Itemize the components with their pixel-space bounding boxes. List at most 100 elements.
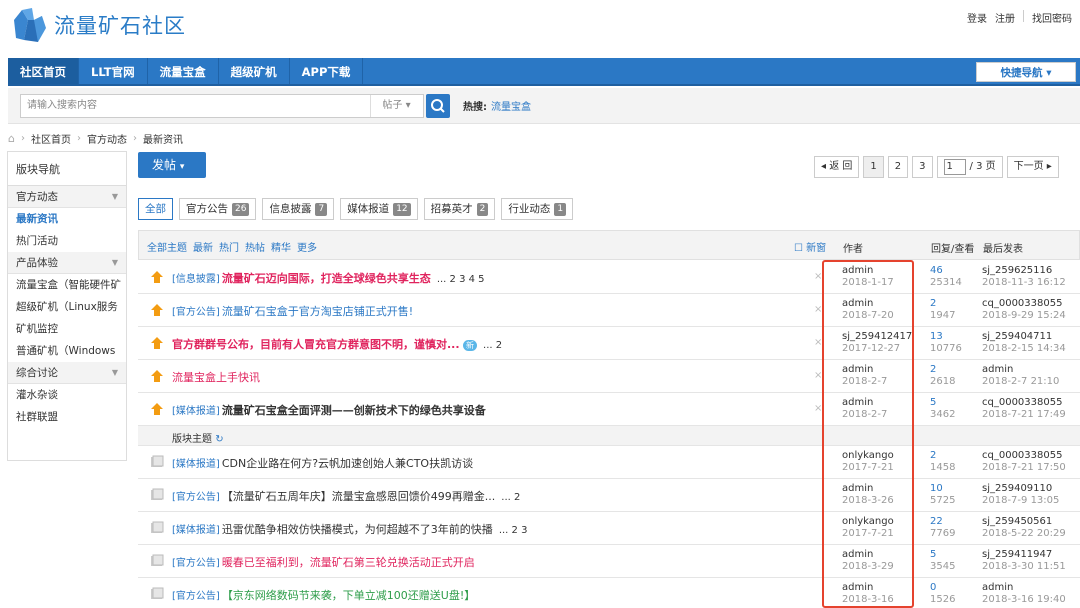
thread-title[interactable]: [媒体报道] CDN企业路在何方?云帆加速创始人兼CTO扶凯访谈: [172, 455, 473, 471]
filter-disclosure[interactable]: 信息披露 7: [262, 198, 335, 220]
thread-title[interactable]: 流量宝盒上手快讯: [172, 369, 260, 385]
last-post-date[interactable]: 2018-3-30 11:51: [982, 561, 1066, 573]
sort-hot-posts[interactable]: 热帖: [245, 239, 265, 254]
last-post-date[interactable]: 2018-7-21 17:50: [982, 462, 1066, 474]
thread-title[interactable]: [媒体报道] 流量矿石宝盒全面评测——创新技术下的绿色共享设备: [172, 402, 486, 418]
last-post-date[interactable]: 2018-2-7 21:10: [982, 376, 1059, 388]
filter-industry[interactable]: 行业动态 1: [501, 198, 574, 220]
last-post-user[interactable]: cq_0000338055: [982, 298, 1066, 310]
author-name[interactable]: admin: [842, 364, 887, 376]
thread-title-text[interactable]: 【流量矿石五周年庆】流量宝盒感恩回馈价499再赠金...: [222, 490, 495, 503]
author-name[interactable]: admin: [842, 298, 894, 310]
sidebar-item-events[interactable]: 热门活动: [8, 230, 126, 252]
filter-recruit[interactable]: 招募英才 2: [423, 198, 496, 220]
author-name[interactable]: onlykango: [842, 516, 894, 528]
thread-title[interactable]: [官方公告] 【京东网络数码节来袭，下单立减100还赠送U盘!】: [172, 587, 475, 603]
close-icon[interactable]: ×: [814, 304, 822, 315]
reply-count[interactable]: 10: [930, 483, 955, 495]
breadcrumb-home[interactable]: 社区首页: [31, 131, 71, 146]
author-name[interactable]: admin: [842, 265, 894, 277]
author-name[interactable]: admin: [842, 397, 887, 409]
sidebar-item-community[interactable]: 社群联盟: [8, 406, 126, 428]
table-row[interactable]: [媒体报道] 迅雷优酷争相效仿快播模式，为何超越不了3年前的快播 ... 2 3 on…: [138, 512, 1080, 545]
table-row[interactable]: [官方公告] 【京东网络数码节来袭，下单立减100还赠送U盘!】 admin 2018…: [138, 578, 1080, 608]
thread-pages[interactable]: ... 2: [483, 340, 502, 351]
last-post-date[interactable]: 2018-5-22 20:29: [982, 528, 1066, 540]
site-logo[interactable]: 流量矿石社区: [8, 6, 186, 44]
thread-title-text[interactable]: 迅雷优酷争相效仿快播模式，为何超越不了3年前的快播: [222, 523, 493, 536]
author-name[interactable]: admin: [842, 582, 894, 594]
close-icon[interactable]: ×: [814, 370, 822, 381]
new-window-toggle[interactable]: ☐ 新窗: [794, 239, 826, 254]
last-post-user[interactable]: cq_0000338055: [982, 397, 1066, 409]
table-row[interactable]: [媒体报道] 流量矿石宝盒全面评测——创新技术下的绿色共享设备 × admin 2018…: [138, 393, 1080, 426]
reply-count[interactable]: 2: [930, 298, 955, 310]
page-input[interactable]: 1: [943, 159, 966, 175]
sort-digest[interactable]: 精华: [271, 239, 291, 254]
quick-nav-button[interactable]: 快捷导航 ▾: [976, 62, 1076, 82]
page-3[interactable]: 3: [912, 156, 933, 178]
last-post-user[interactable]: admin: [982, 582, 1066, 594]
last-post-user[interactable]: sj_259450561: [982, 516, 1066, 528]
nav-item-llt[interactable]: LLT官网: [79, 58, 148, 84]
thread-title[interactable]: [官方公告] 暖春已至福利到，流量矿石第三轮兑换活动正式开启: [172, 554, 475, 570]
nav-item-box[interactable]: 流量宝盒: [148, 58, 219, 84]
thread-title-text[interactable]: 流量矿石宝盒于官方淘宝店铺正式开售!: [222, 305, 413, 318]
thread-title-text[interactable]: 流量矿石宝盒全面评测——创新技术下的绿色共享设备: [222, 404, 486, 417]
sidebar-group-discussion[interactable]: 综合讨论 ▼: [8, 362, 126, 384]
breadcrumb-official[interactable]: 官方动态: [87, 131, 127, 146]
filter-all[interactable]: 全部: [138, 198, 173, 220]
nav-item-app[interactable]: APP下载: [290, 58, 364, 84]
reply-count[interactable]: 5: [930, 397, 955, 409]
nav-item-home[interactable]: 社区首页: [8, 58, 79, 84]
thread-title[interactable]: [官方公告] 流量矿石宝盒于官方淘宝店铺正式开售!: [172, 303, 413, 319]
thread-title[interactable]: [媒体报道] 迅雷优酷争相效仿快播模式，为何超越不了3年前的快播 ... 2 3: [172, 521, 527, 537]
table-row[interactable]: [官方公告] 流量矿石宝盒于官方淘宝店铺正式开售! × admin 2018-7-20 2…: [138, 294, 1080, 327]
author-name[interactable]: onlykango: [842, 450, 894, 462]
last-post-date[interactable]: 2018-3-16 19:40: [982, 594, 1066, 606]
table-row[interactable]: 官方群群号公布，目前有人冒充官方群意图不明，谨慎对... 新 ... 2 × sj_2…: [138, 327, 1080, 360]
last-post-date[interactable]: 2018-2-15 14:34: [982, 343, 1066, 355]
forgot-password-link[interactable]: 找回密码: [1032, 10, 1072, 25]
last-post-user[interactable]: sj_259404711: [982, 331, 1066, 343]
sidebar-item-monitor[interactable]: 矿机监控: [8, 318, 126, 340]
refresh-icon[interactable]: ↻: [215, 434, 223, 445]
register-link[interactable]: 注册: [995, 10, 1015, 25]
author-name[interactable]: admin: [842, 549, 894, 561]
search-input[interactable]: 请输入搜索内容: [20, 94, 424, 118]
close-icon[interactable]: ×: [814, 271, 822, 282]
thread-category[interactable]: [官方公告]: [172, 307, 220, 318]
last-post-user[interactable]: admin: [982, 364, 1059, 376]
reply-count[interactable]: 5: [930, 549, 955, 561]
page-2[interactable]: 2: [887, 156, 909, 178]
table-row[interactable]: [媒体报道] CDN企业路在何方?云帆加速创始人兼CTO扶凯访谈 onlykango…: [138, 446, 1080, 479]
new-post-button[interactable]: 发帖 ▾: [138, 152, 206, 178]
reply-count[interactable]: 0: [930, 582, 955, 594]
next-page-button[interactable]: 下一页 ▸: [1006, 156, 1059, 178]
thread-category[interactable]: [官方公告]: [172, 492, 220, 503]
reply-count[interactable]: 13: [930, 331, 962, 343]
back-button[interactable]: ◂ 返 回: [814, 156, 860, 178]
thread-category[interactable]: [官方公告]: [172, 591, 220, 602]
thread-title[interactable]: [官方公告] 【流量矿石五周年庆】流量宝盒感恩回馈价499再赠金... ... 2: [172, 488, 520, 504]
sort-hot[interactable]: 热门: [219, 239, 239, 254]
search-type-select[interactable]: 帖子 ▾: [370, 95, 422, 117]
sidebar-item-chat[interactable]: 灌水杂谈: [8, 384, 126, 406]
table-row[interactable]: [官方公告] 暖春已至福利到，流量矿石第三轮兑换活动正式开启 admin 2018-3…: [138, 545, 1080, 578]
thread-pages[interactable]: ... 2: [501, 492, 520, 503]
sidebar-item-windows[interactable]: 普通矿机（Windows: [8, 340, 126, 362]
page-1[interactable]: 1: [863, 156, 884, 178]
last-post-user[interactable]: cq_0000338055: [982, 450, 1066, 462]
reply-count[interactable]: 2: [930, 364, 955, 376]
thread-category[interactable]: [信息披露]: [172, 274, 220, 285]
nav-item-miner[interactable]: 超级矿机: [219, 58, 290, 84]
sidebar-item-news[interactable]: 最新资讯: [8, 208, 126, 230]
thread-pages[interactable]: ... 2 3 4 5: [437, 274, 485, 285]
last-post-date[interactable]: 2018-7-9 13:05: [982, 495, 1059, 507]
thread-title[interactable]: 官方群群号公布，目前有人冒充官方群意图不明，谨慎对... 新 ... 2: [172, 336, 502, 352]
hot-search-link[interactable]: 流量宝盒: [491, 102, 531, 113]
sort-latest[interactable]: 最新: [193, 239, 213, 254]
reply-count[interactable]: 2: [930, 450, 955, 462]
last-post-user[interactable]: sj_259625116: [982, 265, 1066, 277]
close-icon[interactable]: ×: [814, 403, 822, 414]
